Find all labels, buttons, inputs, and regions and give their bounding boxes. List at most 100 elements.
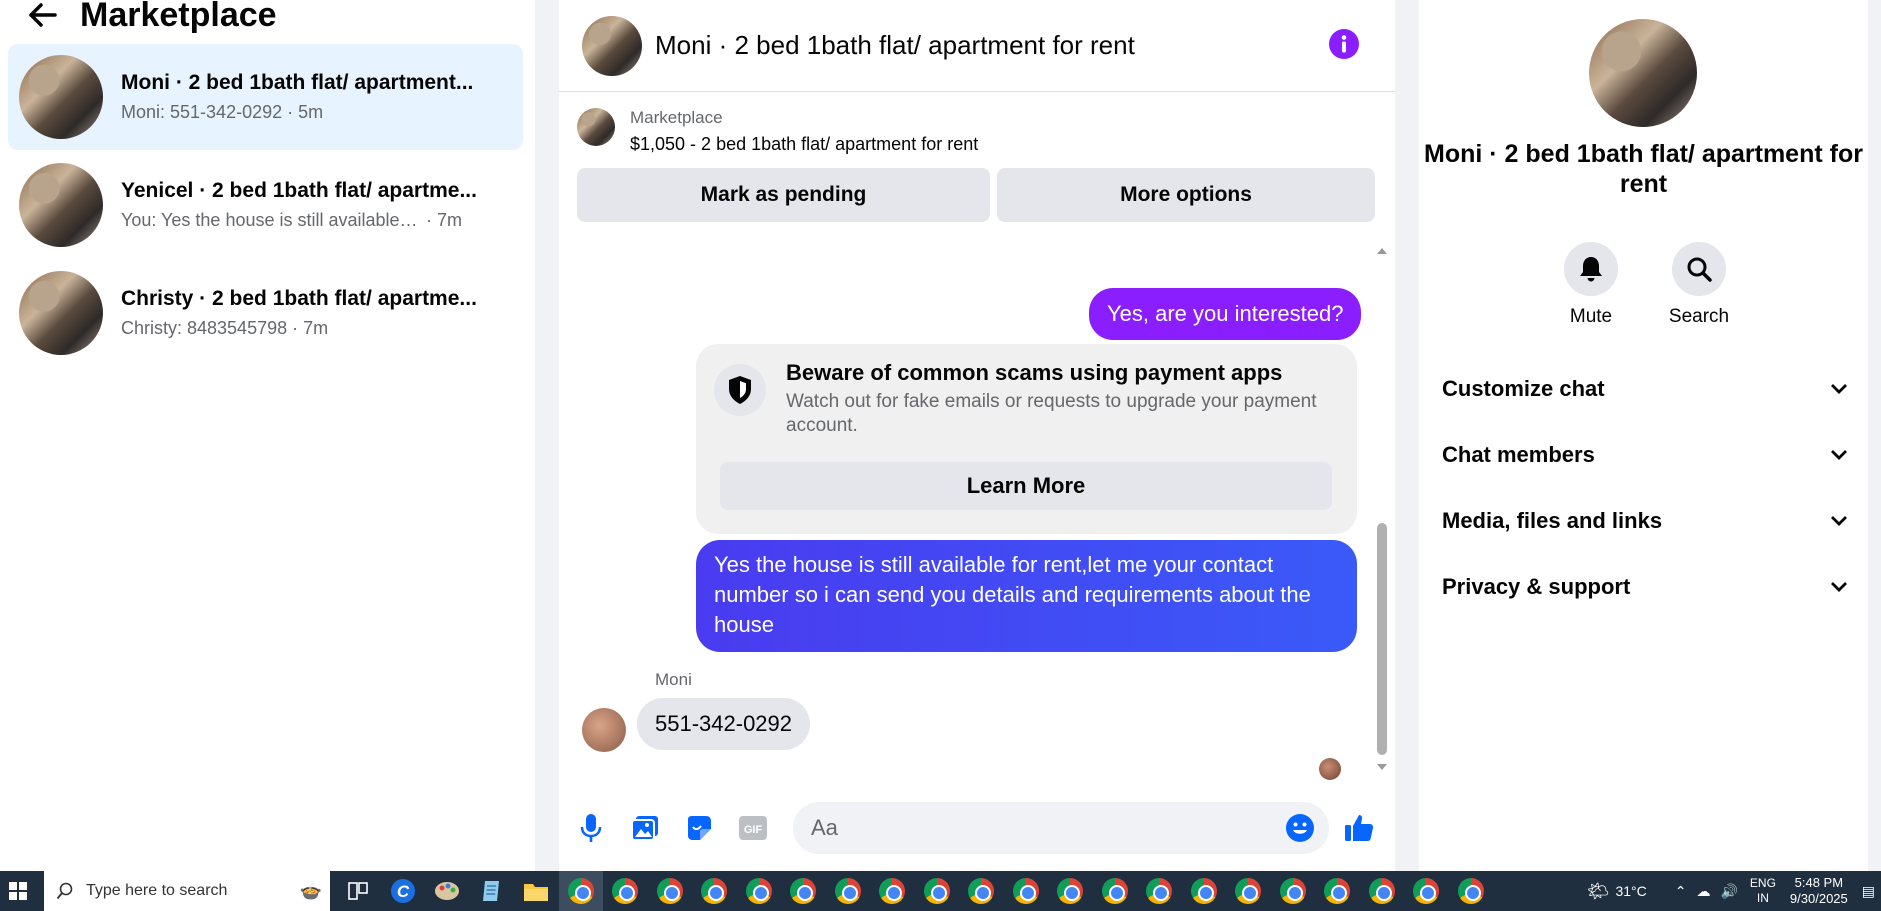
chevron-down-icon — [1831, 582, 1847, 592]
separator-dot: · — [282, 102, 299, 122]
incoming-message: 551-342-0292 — [637, 698, 811, 750]
chat-members-section[interactable]: Chat members — [1442, 440, 1848, 470]
scroll-down-icon[interactable] — [1375, 762, 1389, 772]
chrome-icon[interactable] — [737, 871, 782, 911]
chevron-down-icon — [1831, 384, 1847, 394]
mute-button[interactable]: Mute — [1556, 242, 1626, 328]
mute-label: Mute — [1569, 306, 1613, 327]
sticker-icon[interactable] — [683, 812, 715, 844]
app-c-icon[interactable]: C — [381, 871, 426, 911]
message-input[interactable]: Aa — [793, 802, 1329, 854]
media-files-links-section[interactable]: Media, files and links — [1442, 506, 1848, 536]
like-thumbs-up-icon[interactable] — [1343, 812, 1375, 844]
emoji-icon[interactable] — [1284, 812, 1316, 844]
app-paint-icon[interactable] — [425, 871, 470, 911]
clock[interactable]: 5:48 PM 9/30/2025 — [1790, 875, 1848, 907]
chevron-up-icon[interactable]: ⌃ — [1675, 883, 1687, 900]
chrome-icon[interactable] — [959, 871, 1004, 911]
mark-as-pending-button[interactable]: Mark as pending — [577, 168, 990, 222]
scrollbar-thumb[interactable] — [1377, 523, 1387, 755]
conversation-item[interactable]: Moni · 2 bed 1bath flat/ apartment... Mo… — [8, 44, 523, 150]
bell-icon — [1564, 242, 1618, 296]
privacy-support-section[interactable]: Privacy & support — [1442, 572, 1848, 602]
section-label: Customize chat — [1442, 376, 1605, 401]
chrome-icon[interactable] — [826, 871, 871, 911]
conversation-item[interactable]: Christy · 2 bed 1bath flat/ apartme... C… — [8, 260, 523, 366]
chat-details-panel: Moni · 2 bed 1bath flat/ apartment for r… — [1419, 0, 1868, 871]
gif-icon[interactable]: GIF — [737, 812, 769, 844]
chrome-icon[interactable] — [1182, 871, 1227, 911]
language-indicator[interactable]: ENG IN — [1750, 876, 1776, 906]
conversation-item[interactable]: Yenicel · 2 bed 1bath flat/ apartme... Y… — [8, 152, 523, 258]
window-edge — [1868, 0, 1881, 871]
chrome-icon[interactable] — [1048, 871, 1093, 911]
chat-title[interactable]: Moni · 2 bed 1bath flat/ apartment for r… — [655, 30, 1135, 61]
clock-time: 5:48 PM — [1794, 875, 1844, 890]
message-composer: GIF Aa — [559, 800, 1395, 860]
weather-icon[interactable]: 🌤 — [1587, 881, 1610, 902]
list-header: Marketplace — [0, 0, 535, 34]
search-label: Search — [1668, 306, 1730, 327]
scroll-up-icon[interactable] — [1375, 246, 1389, 256]
page-title: Marketplace — [80, 0, 277, 34]
outgoing-message: Yes, are you interested? — [1089, 288, 1362, 340]
taskbar-search-box[interactable]: Type here to search 🍲 — [44, 871, 330, 911]
chat-header: Moni · 2 bed 1bath flat/ apartment for r… — [559, 0, 1395, 92]
chrome-icon[interactable] — [1360, 871, 1405, 911]
sender-avatar[interactable] — [582, 708, 626, 752]
chat-avatar[interactable] — [582, 15, 642, 76]
learn-more-button[interactable]: Learn More — [720, 462, 1332, 510]
messenger-chrome-icon[interactable] — [558, 871, 603, 911]
chrome-icon[interactable] — [648, 871, 693, 911]
chrome-icon[interactable] — [1226, 871, 1271, 911]
network-icon[interactable]: ☁ — [1696, 883, 1710, 900]
conversation-name: Christy · 2 bed 1bath flat/ apartme... — [121, 287, 477, 310]
chrome-icon[interactable] — [1449, 871, 1494, 911]
chrome-icon[interactable] — [692, 871, 737, 911]
chrome-icon[interactable] — [1271, 871, 1316, 911]
chevron-down-icon — [1831, 516, 1847, 526]
sender-name: Moni — [655, 670, 692, 689]
chrome-icon[interactable] — [1093, 871, 1138, 911]
separator-dot: · — [421, 210, 437, 230]
weather-temperature[interactable]: 31°C — [1615, 883, 1646, 899]
listing-title: $1,050 - 2 bed 1bath flat/ apartment for… — [630, 134, 979, 154]
customize-chat-section[interactable]: Customize chat — [1442, 374, 1848, 404]
photo-icon[interactable] — [629, 812, 661, 844]
clock-date: 9/30/2025 — [1789, 891, 1848, 906]
conversation-preview: Christy: 8483545798 — [121, 318, 288, 338]
search-icon — [56, 882, 73, 900]
conversation-time: 7m — [303, 318, 329, 338]
search-in-chat-button[interactable]: Search — [1664, 242, 1734, 328]
svg-text:C: C — [397, 882, 410, 901]
taskbar-search-placeholder: Type here to search — [86, 882, 228, 899]
app-notepad-icon[interactable] — [470, 871, 515, 911]
chrome-icon[interactable] — [915, 871, 960, 911]
info-icon[interactable] — [1329, 29, 1359, 59]
conversation-preview: Moni: 551-342-0292 — [121, 102, 283, 122]
chrome-icon[interactable] — [1404, 871, 1449, 911]
chrome-icon[interactable] — [1004, 871, 1049, 911]
chrome-icon[interactable] — [1315, 871, 1360, 911]
back-arrow-icon[interactable] — [28, 0, 58, 30]
task-view-icon[interactable] — [336, 871, 381, 911]
conversation-name: Moni · 2 bed 1bath flat/ apartment... — [121, 71, 474, 94]
chevron-down-icon — [1831, 450, 1847, 460]
scrollbar[interactable] — [1375, 238, 1389, 786]
more-options-button[interactable]: More options — [997, 168, 1375, 222]
notification-icon[interactable]: ▤ — [1862, 883, 1875, 900]
conversation-list-panel: Marketplace Moni · 2 bed 1bath flat/ apa… — [0, 0, 535, 871]
file-explorer-icon[interactable] — [514, 871, 559, 911]
windows-taskbar: Type here to search 🍲 C 🌤 31°C ⌃ ☁ 🔊 ENG… — [0, 871, 1881, 911]
chrome-icon[interactable] — [603, 871, 648, 911]
chrome-icon[interactable] — [870, 871, 915, 911]
chrome-icon[interactable] — [781, 871, 826, 911]
windows-start-icon[interactable] — [0, 871, 36, 911]
marketplace-listing-bar[interactable]: Marketplace $1,050 - 2 bed 1bath flat/ a… — [559, 92, 1395, 155]
microphone-icon[interactable] — [575, 812, 607, 844]
volume-icon[interactable]: 🔊 — [1720, 883, 1737, 900]
details-title: Moni · 2 bed 1bath flat/ apartment for r… — [1424, 140, 1863, 198]
chrome-icon[interactable] — [1137, 871, 1182, 911]
taskbar-apps: C — [336, 871, 1493, 911]
read-receipt-avatar — [1319, 758, 1341, 780]
